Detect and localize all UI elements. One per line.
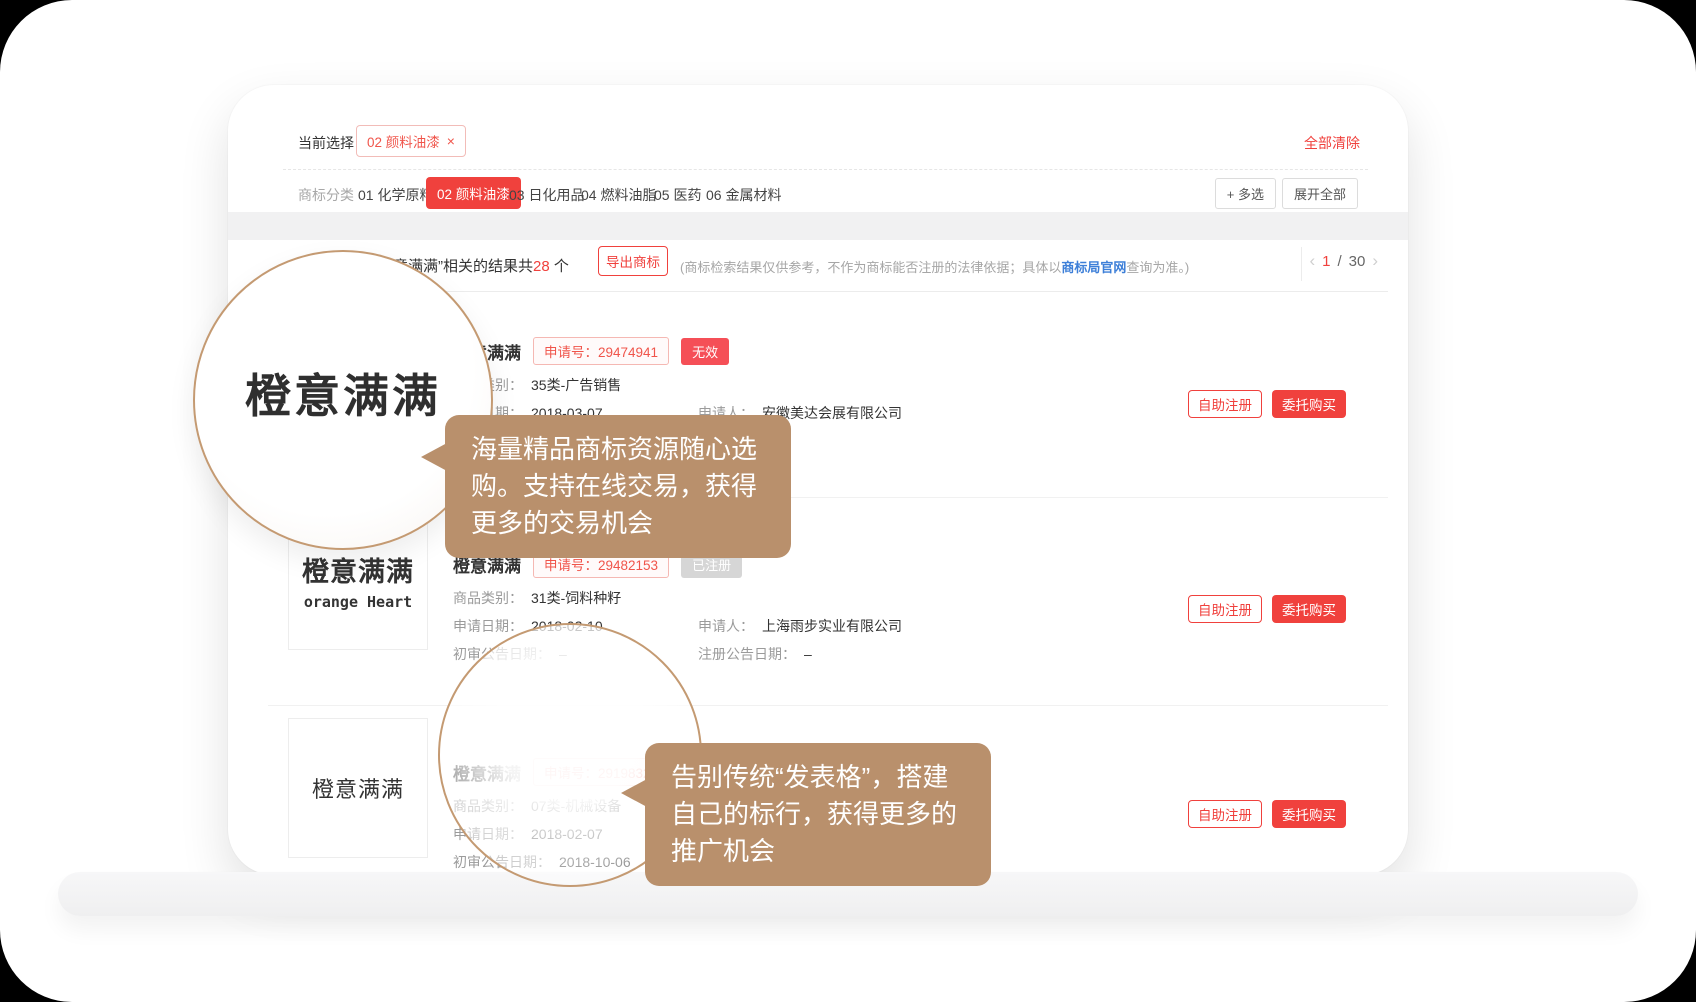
reg-notice-field: 注册公告日期：– xyxy=(698,644,812,664)
page-canvas: 当前选择 02 颜料油漆 × 全部清除 商标分类 01 化学原料 02 颜料油漆… xyxy=(0,0,1696,1002)
selected-filter-tag[interactable]: 02 颜料油漆 × xyxy=(356,125,466,157)
results-count: 28 xyxy=(533,258,550,275)
pagination: ‹ 1 / 30 › xyxy=(1309,251,1378,271)
page-total: 30 xyxy=(1349,253,1366,270)
magnified-trademark-text: 橙意满满 xyxy=(245,360,441,426)
entrust-buy-button[interactable]: 委托购买 xyxy=(1272,390,1346,418)
entrust-buy-button[interactable]: 委托购买 xyxy=(1272,800,1346,828)
result-title-row: 橙意满满 申请号：29474941 无效 xyxy=(453,337,729,365)
tooltip-line: 海量精品商标资源随心选 xyxy=(471,431,765,468)
category-tab-01[interactable]: 01 化学原料 xyxy=(358,185,433,205)
section-gap-band xyxy=(228,212,1408,240)
page-separator: / xyxy=(1337,253,1341,270)
pager-divider xyxy=(1301,247,1302,281)
tooltip-line: 告别传统“发表格”，搭建 xyxy=(671,759,965,796)
category-tab-04[interactable]: 04 燃料油脂 xyxy=(581,185,656,205)
self-register-button[interactable]: 自助注册 xyxy=(1188,595,1262,623)
category-tab-02-selected[interactable]: 02 颜料油漆 xyxy=(426,177,521,209)
category-row-label: 商标分类 xyxy=(298,185,354,205)
close-icon[interactable]: × xyxy=(447,133,455,149)
category-tab-05[interactable]: 05 医药 xyxy=(654,185,701,205)
dashed-divider xyxy=(283,169,1368,170)
self-register-button[interactable]: 自助注册 xyxy=(1188,800,1262,828)
chevron-right-icon[interactable]: › xyxy=(1372,251,1378,271)
tooltip-line: 推广机会 xyxy=(671,833,965,870)
multi-select-button[interactable]: + 多选 xyxy=(1215,178,1276,209)
thumbnail-text: 橙意满满 xyxy=(312,772,404,804)
category-tab-06[interactable]: 06 金属材料 xyxy=(706,185,781,205)
chevron-left-icon[interactable]: ‹ xyxy=(1309,251,1315,271)
category-field: 商品类别：31类-饲料种籽 xyxy=(453,588,621,608)
disclaimer-text: (商标检索结果仅供参考，不作为商标能否注册的法律依据；具体以 xyxy=(680,260,1061,275)
tooltip-line: 更多的交易机会 xyxy=(471,505,765,542)
status-badge: 无效 xyxy=(681,338,729,365)
tooltip-marketplace: 海量精品商标资源随心选 购。支持在线交易，获得 更多的交易机会 xyxy=(445,415,791,558)
trademark-thumbnail: 橙意满满 xyxy=(288,718,428,858)
selected-filter-tag-label: 02 颜料油漆 xyxy=(367,131,440,151)
current-selection-label: 当前选择 xyxy=(298,133,354,153)
page-current: 1 xyxy=(1322,253,1330,270)
thumbnail-text: 橙意满满 xyxy=(302,550,414,589)
applicant-field: 申请人：上海雨步实业有限公司 xyxy=(698,616,902,636)
clear-all-button[interactable]: 全部清除 xyxy=(1304,133,1360,153)
thumbnail-subtext: orange Heart xyxy=(304,593,412,611)
entrust-buy-button[interactable]: 委托购买 xyxy=(1272,595,1346,623)
tooltip-line: 购。支持在线交易，获得 xyxy=(471,468,765,505)
expand-all-button[interactable]: 展开全部 xyxy=(1282,178,1358,209)
results-summary-suffix: 个 xyxy=(550,258,569,275)
self-register-button[interactable]: 自助注册 xyxy=(1188,390,1262,418)
export-trademark-button[interactable]: 导出商标 xyxy=(598,246,668,276)
row-divider xyxy=(268,705,1388,706)
tooltip-line: 自己的标行，获得更多的 xyxy=(671,796,965,833)
tooltip-promotion: 告别传统“发表格”，搭建 自己的标行，获得更多的 推广机会 xyxy=(645,743,991,886)
results-disclaimer: (商标检索结果仅供参考，不作为商标能否注册的法律依据；具体以商标局官网查询为准。… xyxy=(680,257,1189,276)
disclaimer-suffix: 查询为准。) xyxy=(1126,260,1189,275)
category-tab-03[interactable]: 03 日化用品 xyxy=(509,185,584,205)
trademark-office-link[interactable]: 商标局官网 xyxy=(1061,260,1126,275)
application-number-pill: 申请号：29474941 xyxy=(533,337,669,365)
